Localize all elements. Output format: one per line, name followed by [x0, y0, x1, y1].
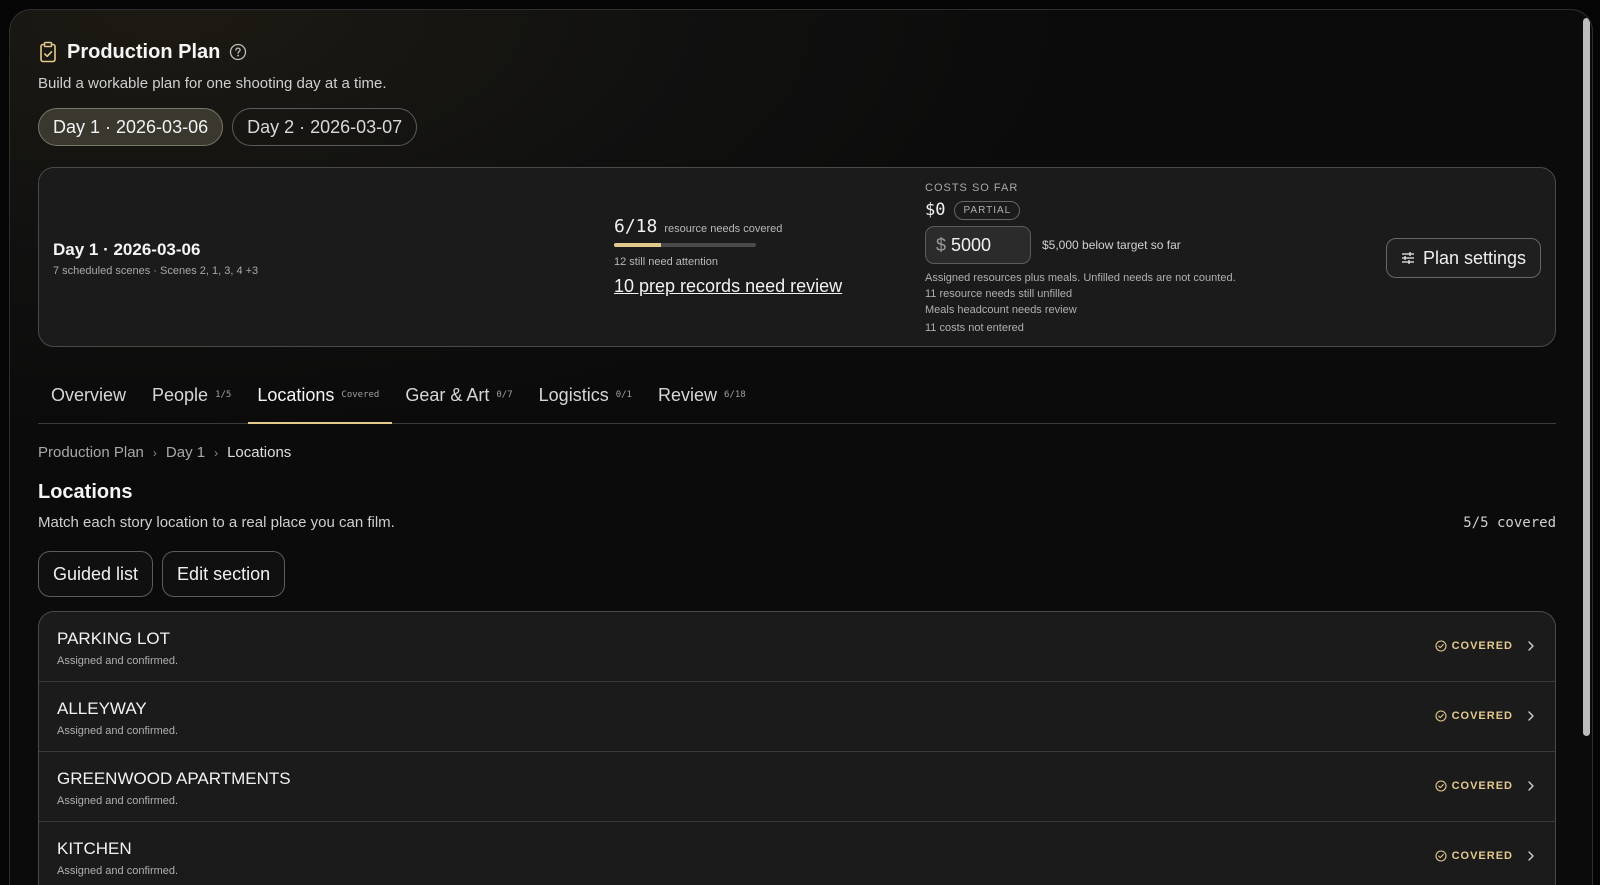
tab-gear-art[interactable]: Gear & Art 0/7 — [392, 367, 525, 423]
check-circle-icon — [1435, 710, 1447, 722]
covered-label: COVERED — [1451, 640, 1513, 652]
tab-count: 0/7 — [496, 390, 513, 400]
location-name: ALLEYWAY — [57, 699, 147, 718]
cost-target-input[interactable]: $ 5000 — [925, 226, 1031, 264]
needs-count: 6/18 — [614, 216, 658, 237]
covered-badge: COVERED — [1435, 640, 1513, 652]
needs-summary: 6/18 resource needs covered 12 still nee… — [614, 216, 842, 297]
location-status: Assigned and confirmed. — [57, 795, 179, 807]
page-title: Production Plan — [67, 40, 221, 63]
partial-badge: PARTIAL — [954, 200, 1021, 220]
tab-count: 0/1 — [615, 390, 632, 400]
section-title: Locations — [38, 481, 133, 503]
covered-label: COVERED — [1451, 710, 1513, 722]
sliders-icon — [1401, 252, 1414, 264]
check-circle-icon — [1435, 780, 1447, 792]
tab-count: 1/5 — [215, 390, 232, 400]
page-header: Production Plan — [38, 40, 247, 64]
tab-count: Covered — [341, 390, 380, 400]
covered-badge: COVERED — [1435, 710, 1513, 722]
tab-review[interactable]: Review 6/18 — [645, 367, 759, 423]
covered-label: COVERED — [1451, 780, 1513, 792]
summary-day-title: Day 1 · 2026-03-06 — [53, 240, 201, 259]
costs-amount: $0 — [925, 200, 946, 220]
list-item[interactable]: KITCHEN Assigned and confirmed. COVERED — [39, 822, 1555, 885]
list-item[interactable]: PARKING LOT Assigned and confirmed. COVE… — [39, 612, 1555, 682]
summary-day-meta: 7 scheduled scenes · Scenes 2, 1, 3, 4 +… — [53, 265, 259, 277]
breadcrumb-item[interactable]: Day 1 — [166, 444, 205, 461]
help-circle-icon[interactable] — [229, 43, 247, 61]
clipboard-icon — [40, 41, 56, 63]
chevron-right-icon — [1528, 781, 1534, 791]
currency-symbol: $ — [936, 234, 947, 255]
cost-note: Assigned resources plus meals. Unfilled … — [925, 272, 1236, 284]
day-tabs: Day 1 · 2026-03-06 Day 2 · 2026-03-07 — [38, 108, 418, 146]
location-name: PARKING LOT — [57, 629, 171, 648]
section-description: Match each story location to a real plac… — [38, 514, 395, 531]
location-name: KITCHEN — [57, 839, 132, 858]
needs-label: resource needs covered — [664, 223, 783, 235]
tab-label: Locations — [257, 384, 335, 405]
location-status: Assigned and confirmed. — [57, 655, 179, 667]
needs-progress-fill — [614, 243, 662, 247]
cost-note: Meals headcount needs review — [925, 304, 1077, 316]
covered-label: COVERED — [1451, 850, 1513, 862]
tab-people[interactable]: People 1/5 — [139, 367, 244, 423]
page-subtitle: Build a workable plan for one shooting d… — [38, 75, 387, 92]
tab-count: 6/18 — [723, 390, 746, 400]
covered-badge: COVERED — [1435, 850, 1513, 862]
edit-section-button[interactable]: Edit section — [162, 551, 286, 597]
needs-progress-bar — [614, 243, 756, 247]
guided-list-button[interactable]: Guided list — [38, 551, 154, 597]
list-item[interactable]: GREENWOOD APARTMENTS Assigned and confir… — [39, 752, 1555, 822]
location-status: Assigned and confirmed. — [57, 725, 179, 737]
location-name: GREENWOOD APARTMENTS — [57, 769, 291, 788]
tab-label: People — [152, 384, 209, 405]
day-tab-2[interactable]: Day 2 · 2026-03-07 — [232, 108, 418, 146]
section-actions: Guided list Edit section — [38, 551, 286, 597]
breadcrumb-current: Locations — [227, 444, 292, 461]
coverage-summary: 5/5 covered — [1463, 515, 1556, 531]
check-circle-icon — [1435, 850, 1447, 862]
chevron-right-icon — [1528, 851, 1534, 861]
prep-review-link[interactable]: 10 prep records need review — [614, 276, 842, 297]
tab-overview[interactable]: Overview — [38, 367, 139, 423]
section-tabs: Overview People 1/5 Locations Covered Ge… — [38, 367, 1556, 424]
tab-label: Overview — [51, 384, 127, 405]
list-item[interactable]: ALLEYWAY Assigned and confirmed. COVERED — [39, 682, 1555, 752]
covered-badge: COVERED — [1435, 780, 1513, 792]
target-note: $5,000 below target so far — [1042, 238, 1181, 252]
chevron-right-icon: › — [152, 445, 157, 460]
tab-label: Gear & Art — [405, 384, 490, 405]
costs-summary: COSTS SO FAR $0 PARTIAL $ 5000 $5,000 be… — [925, 182, 1236, 334]
tab-label: Review — [657, 384, 717, 405]
tab-locations[interactable]: Locations Covered — [244, 367, 393, 424]
cost-note: 11 resource needs still unfilled — [925, 288, 1073, 300]
breadcrumb: Production Plan › Day 1 › Locations — [38, 444, 291, 461]
plan-settings-label: Plan settings — [1422, 247, 1526, 268]
costs-not-entered: 11 costs not entered — [925, 322, 1024, 334]
chevron-right-icon — [1528, 711, 1534, 721]
day-tab-1[interactable]: Day 1 · 2026-03-06 — [38, 108, 224, 146]
check-circle-icon — [1435, 640, 1447, 652]
location-status: Assigned and confirmed. — [57, 865, 179, 877]
cost-notes: Assigned resources plus meals. Unfilled … — [925, 270, 1236, 318]
chevron-right-icon — [1528, 641, 1534, 651]
breadcrumb-item[interactable]: Production Plan — [38, 444, 144, 461]
locations-list: PARKING LOT Assigned and confirmed. COVE… — [38, 611, 1556, 885]
costs-label: COSTS SO FAR — [925, 182, 1019, 194]
tab-logistics[interactable]: Logistics 0/1 — [526, 367, 645, 423]
app-window: Production Plan Build a workable plan fo… — [9, 9, 1593, 885]
needs-attention: 12 still need attention — [614, 256, 718, 268]
plan-settings-button[interactable]: Plan settings — [1385, 238, 1541, 278]
chevron-right-icon: › — [214, 445, 219, 460]
cost-target-value: 5000 — [951, 234, 992, 255]
day-summary-card: Day 1 · 2026-03-06 7 scheduled scenes · … — [38, 167, 1556, 347]
vertical-scrollbar[interactable] — [1583, 18, 1590, 736]
tab-label: Logistics — [538, 384, 609, 405]
